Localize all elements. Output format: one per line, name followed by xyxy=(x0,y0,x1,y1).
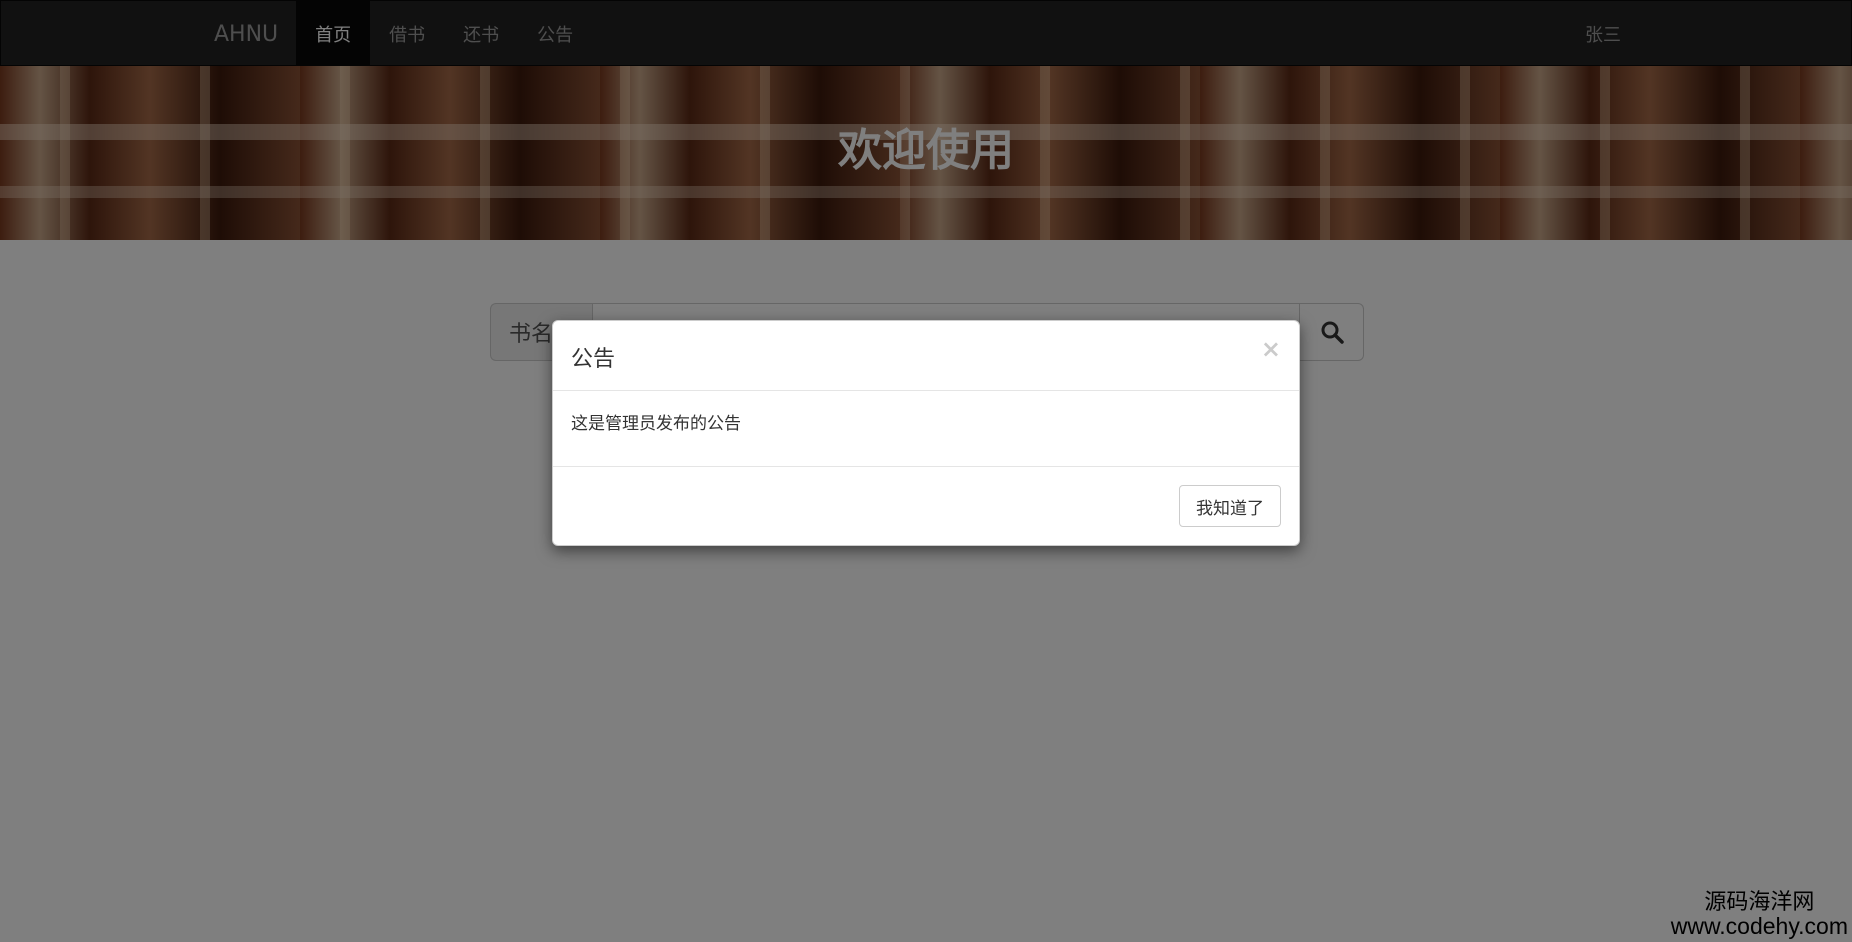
modal-title: 公告 xyxy=(571,347,616,372)
modal-body: 这是管理员发布的公告 xyxy=(553,391,1299,467)
close-icon[interactable]: × xyxy=(1261,335,1281,363)
acknowledge-button[interactable]: 我知道了 xyxy=(1179,485,1281,527)
watermark-url: www.codehy.com xyxy=(1670,912,1848,939)
notice-modal: 公告 × 这是管理员发布的公告 我知道了 xyxy=(552,320,1300,546)
modal-header: 公告 × xyxy=(553,321,1299,391)
watermark-name: 源码海洋网 xyxy=(1704,889,1815,915)
notice-text: 这是管理员发布的公告 xyxy=(571,414,741,434)
modal-footer: 我知道了 xyxy=(553,467,1299,547)
watermark: 源码海洋网 www.codehy.com xyxy=(1671,891,1848,938)
